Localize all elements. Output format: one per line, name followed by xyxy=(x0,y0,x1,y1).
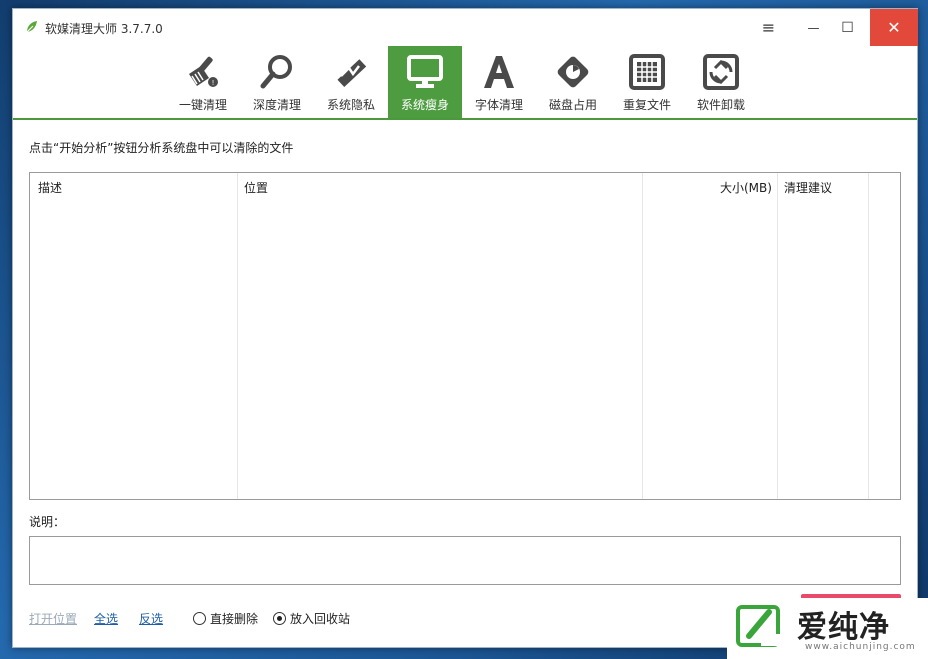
radio-circle-selected xyxy=(273,612,286,625)
toolbar: ! 一键清理 深度清理 系统隐私 系统瘦身 xyxy=(13,46,917,120)
disk-icon xyxy=(553,52,593,92)
privacy-icon xyxy=(331,52,371,92)
menu-button[interactable]: ≡ xyxy=(746,9,791,46)
tool-system-privacy[interactable]: 系统隐私 xyxy=(314,46,388,118)
watermark-logo-icon xyxy=(735,604,787,648)
maximize-icon: ☐ xyxy=(841,20,854,36)
tool-font-clean[interactable]: 字体清理 xyxy=(462,46,536,118)
file-list-table[interactable]: 描述 位置 大小(MB) 清理建议 xyxy=(29,172,901,500)
column-divider xyxy=(642,173,643,499)
description-box xyxy=(29,536,901,585)
column-header-suggestion[interactable]: 清理建议 xyxy=(784,179,832,196)
app-logo-icon xyxy=(24,19,40,35)
svg-text:!: ! xyxy=(212,79,215,87)
invert-selection-link[interactable]: 反选 xyxy=(139,610,163,627)
column-divider xyxy=(868,173,869,499)
monitor-icon xyxy=(405,52,445,92)
column-header-description[interactable]: 描述 xyxy=(38,179,62,196)
tool-software-uninstall[interactable]: 软件卸载 xyxy=(684,46,758,118)
close-icon: ✕ xyxy=(887,18,900,37)
tool-label: 系统瘦身 xyxy=(401,96,449,113)
tool-label: 重复文件 xyxy=(623,96,671,113)
column-header-location[interactable]: 位置 xyxy=(244,179,268,196)
tool-duplicate-files[interactable]: 重复文件 xyxy=(610,46,684,118)
analysis-hint: 点击“开始分析”按钮分析系统盘中可以清除的文件 xyxy=(29,139,293,156)
tool-label: 深度清理 xyxy=(253,96,301,113)
tool-deep-clean[interactable]: 深度清理 xyxy=(240,46,314,118)
watermark-url: www.aichunjing.com xyxy=(805,642,916,652)
open-location-link[interactable]: 打开位置 xyxy=(29,610,77,627)
app-window: 软媒清理大师 3.7.7.0 ≡ — ☐ ✕ ! 一键清理 xyxy=(12,8,918,648)
tool-disk-usage[interactable]: 磁盘占用 xyxy=(536,46,610,118)
font-icon xyxy=(479,52,519,92)
watermark: 爱纯净 www.aichunjing.com xyxy=(727,598,928,659)
tool-label: 一键清理 xyxy=(179,96,227,113)
column-header-size[interactable]: 大小(MB) xyxy=(720,179,772,196)
recycle-bin-radio[interactable]: 放入回收站 xyxy=(273,610,350,627)
tool-one-click-clean[interactable]: ! 一键清理 xyxy=(166,46,240,118)
radio-circle xyxy=(193,612,206,625)
minimize-icon: — xyxy=(808,21,820,35)
hamburger-icon: ≡ xyxy=(762,18,775,37)
title-bar: 软媒清理大师 3.7.7.0 ≡ — ☐ ✕ xyxy=(13,9,917,46)
select-all-link[interactable]: 全选 xyxy=(94,610,118,627)
tool-label: 磁盘占用 xyxy=(549,96,597,113)
radio-label: 直接删除 xyxy=(210,610,258,627)
duplicate-grid-icon xyxy=(627,52,667,92)
radio-label: 放入回收站 xyxy=(290,610,350,627)
direct-delete-radio[interactable]: 直接删除 xyxy=(193,610,258,627)
watermark-text: 爱纯净 xyxy=(797,602,890,646)
recycle-icon xyxy=(701,52,741,92)
description-label: 说明： xyxy=(29,513,65,530)
broom-icon: ! xyxy=(183,52,223,92)
close-button[interactable]: ✕ xyxy=(870,9,918,46)
magnifier-icon xyxy=(257,52,297,92)
tool-label: 系统隐私 xyxy=(327,96,375,113)
tool-system-slim[interactable]: 系统瘦身 xyxy=(388,46,462,118)
tool-label: 字体清理 xyxy=(475,96,523,113)
window-title: 软媒清理大师 3.7.7.0 xyxy=(45,20,163,37)
column-divider xyxy=(777,173,778,499)
tool-label: 软件卸载 xyxy=(697,96,745,113)
maximize-button[interactable]: ☐ xyxy=(825,9,870,46)
column-divider xyxy=(237,173,238,499)
